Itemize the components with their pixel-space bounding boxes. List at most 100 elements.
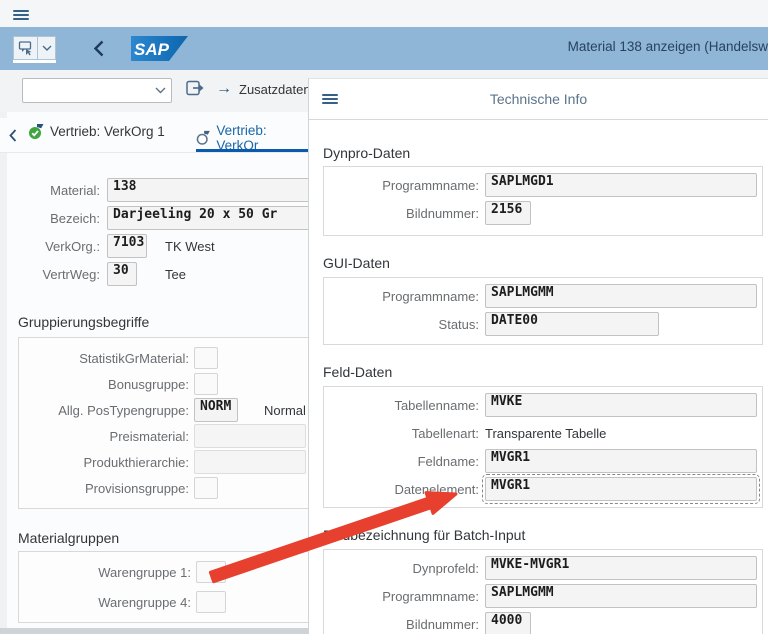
preismaterial-field[interactable] [194, 424, 306, 448]
tabellenart-row: Tabellenart: Transparente Tabelle [324, 421, 762, 445]
bezeich-row: Bezeich: Darjeeling 20 x 50 Gr [8, 206, 312, 230]
command-input[interactable] [23, 79, 155, 102]
chevron-down-icon [42, 45, 52, 51]
statistikgr-field[interactable] [194, 347, 218, 369]
material-row: Material: 138 [8, 178, 312, 202]
batch-groupbox: Dynprofeld: MVKE-MVGR1 Programmname: SAP… [323, 549, 763, 634]
tabellenname-label: Tabellenname: [324, 398, 479, 413]
tab-scroll-left-button[interactable] [9, 129, 17, 147]
postypengruppe-row: Allg. PosTypengruppe: NORM Normal [19, 398, 311, 422]
header-bar: SAP Material 138 anzeigen (Handelsw [0, 27, 768, 70]
dynpro-bildnummer-row: Bildnummer: 2156 [324, 201, 762, 225]
preismaterial-row: Preismaterial: [19, 424, 311, 448]
feldname-row: Feldname: MVGR1 [324, 449, 762, 473]
statistikgr-row: StatistikGrMaterial: [19, 346, 311, 370]
feldname-label: Feldname: [324, 454, 479, 469]
bezeich-label: Bezeich: [8, 211, 100, 226]
verkorg-row: VerkOrg.: 7103 TK West [8, 234, 312, 258]
right-arrow-icon: → [216, 80, 232, 98]
postypengruppe-label: Allg. PosTypengruppe: [19, 403, 189, 418]
back-button[interactable] [94, 40, 104, 62]
dynpro-programmname-field[interactable]: SAPLMGD1 [485, 173, 757, 197]
preismaterial-label: Preismaterial: [19, 429, 189, 444]
datenelement-row: Datenelement: MVGR1 [324, 477, 762, 501]
produkthierarchie-field[interactable] [194, 450, 306, 474]
status-label: Status: [324, 317, 479, 332]
command-combobox[interactable] [22, 78, 172, 103]
datenelement-label: Datenelement: [324, 482, 479, 497]
speech-bubble-cursor-icon [18, 40, 33, 56]
material-field[interactable]: 138 [107, 178, 312, 202]
bonusgruppe-row: Bonusgruppe: [19, 372, 311, 396]
grouping-section-title: Gruppierungsbegriffe [18, 314, 149, 330]
gui-status-row: Status: DATE00 [324, 312, 762, 336]
screen-completed-icon [28, 123, 44, 140]
bezeich-field[interactable]: Darjeeling 20 x 50 Gr [107, 206, 312, 230]
tabellenart-label: Tabellenart: [324, 426, 479, 441]
vertrweg-row: VertrWeg: 30 Tee [8, 262, 312, 286]
chevron-left-icon [9, 129, 17, 142]
vertrweg-description: Tee [165, 267, 186, 282]
dynprofeld-field[interactable]: MVKE-MVGR1 [485, 556, 757, 580]
provisionsgruppe-row: Provisionsgruppe: [19, 476, 311, 500]
chevron-down-icon[interactable] [155, 87, 166, 94]
warengruppe1-row: Warengruppe 1: [19, 560, 311, 584]
active-tab-underline [196, 149, 308, 152]
tabellenname-field[interactable]: MVKE [485, 393, 757, 417]
verkorg-label: VerkOrg.: [8, 239, 100, 254]
gui-programmname-field[interactable]: SAPLMGMM [485, 284, 757, 308]
batch-programmname-field[interactable]: SAPLMGMM [485, 584, 757, 608]
programmname-label: Programmname: [324, 178, 479, 193]
tab-label: Vertrieb: VerkOrg 1 [50, 124, 165, 139]
window-title: Material 138 anzeigen (Handelsw [568, 39, 768, 54]
vertrweg-label: VertrWeg: [8, 267, 100, 282]
dynpro-bildnummer-field[interactable]: 2156 [485, 201, 531, 225]
warengruppe4-field[interactable] [196, 591, 226, 613]
materialgroups-groupbox: Warengruppe 1: Warengruppe 4: [18, 551, 312, 623]
warengruppe4-label: Warengruppe 4: [19, 595, 191, 610]
zusatzdaten-link[interactable]: → Zusatzdaten [216, 80, 311, 98]
screen-icon [196, 130, 210, 146]
dynpro-section-title: Dynpro-Daten [323, 145, 410, 161]
postypengruppe-field[interactable]: NORM [194, 398, 238, 422]
gui-programmname-row: Programmname: SAPLMGMM [324, 284, 762, 308]
verkorg-field[interactable]: 7103 [107, 234, 147, 258]
batch-bildnummer-field[interactable]: 4000 [485, 612, 531, 634]
material-label: Material: [8, 183, 100, 198]
dynprofeld-label: Dynprofeld: [324, 561, 479, 576]
transfer-icon[interactable] [184, 78, 206, 100]
datenelement-field[interactable]: MVGR1 [485, 477, 757, 501]
feldname-field[interactable]: MVGR1 [485, 449, 757, 473]
batch-programmname-row: Programmname: SAPLMGMM [324, 584, 762, 608]
script-recorder-button[interactable] [13, 36, 38, 60]
produkthierarchie-label: Produkthierarchie: [19, 455, 189, 470]
warengruppe1-field[interactable] [196, 561, 226, 583]
sap-gui-window: SAP Material 138 anzeigen (Handelsw → Zu… [0, 0, 768, 634]
bonusgruppe-field[interactable] [194, 373, 218, 395]
tab-vertrieb-verkorg1[interactable]: Vertrieb: VerkOrg 1 [28, 123, 165, 140]
chevron-left-icon [94, 40, 104, 57]
grouping-groupbox: StatistikGrMaterial: Bonusgruppe: Allg. … [18, 337, 312, 509]
tabellenname-row: Tabellenname: MVKE [324, 393, 762, 417]
feld-section-title: Feld-Daten [323, 364, 392, 380]
view-tabstrip: Vertrieb: VerkOrg 1 Vertrieb: VerkOr [0, 118, 308, 153]
programmname-label: Programmname: [324, 289, 479, 304]
vertrweg-field[interactable]: 30 [107, 262, 137, 286]
material-key-fields: Material: 138 Bezeich: Darjeeling 20 x 5… [8, 178, 312, 290]
batch-bildnummer-row: Bildnummer: 4000 [324, 612, 762, 634]
svg-text:SAP: SAP [134, 40, 170, 59]
left-gutter [0, 112, 7, 628]
menu-hamburger-icon[interactable] [13, 8, 29, 22]
technische-info-panel: Technische Info Dynpro-Daten Programmnam… [308, 78, 768, 634]
dropdown-button[interactable] [38, 36, 56, 60]
feld-groupbox: Tabellenname: MVKE Tabellenart: Transpar… [323, 386, 763, 508]
top-menu-strip [0, 0, 768, 27]
quickview-button-group [13, 36, 56, 63]
warengruppe1-label: Warengruppe 1: [19, 565, 191, 580]
bottom-scroll-strip[interactable] [0, 628, 308, 634]
provisionsgruppe-field[interactable] [194, 477, 218, 499]
dynpro-programmname-row: Programmname: SAPLMGD1 [324, 173, 762, 197]
tabellenart-value: Transparente Tabelle [485, 426, 606, 441]
gui-status-field[interactable]: DATE00 [485, 312, 659, 336]
produkthierarchie-row: Produkthierarchie: [19, 450, 311, 474]
